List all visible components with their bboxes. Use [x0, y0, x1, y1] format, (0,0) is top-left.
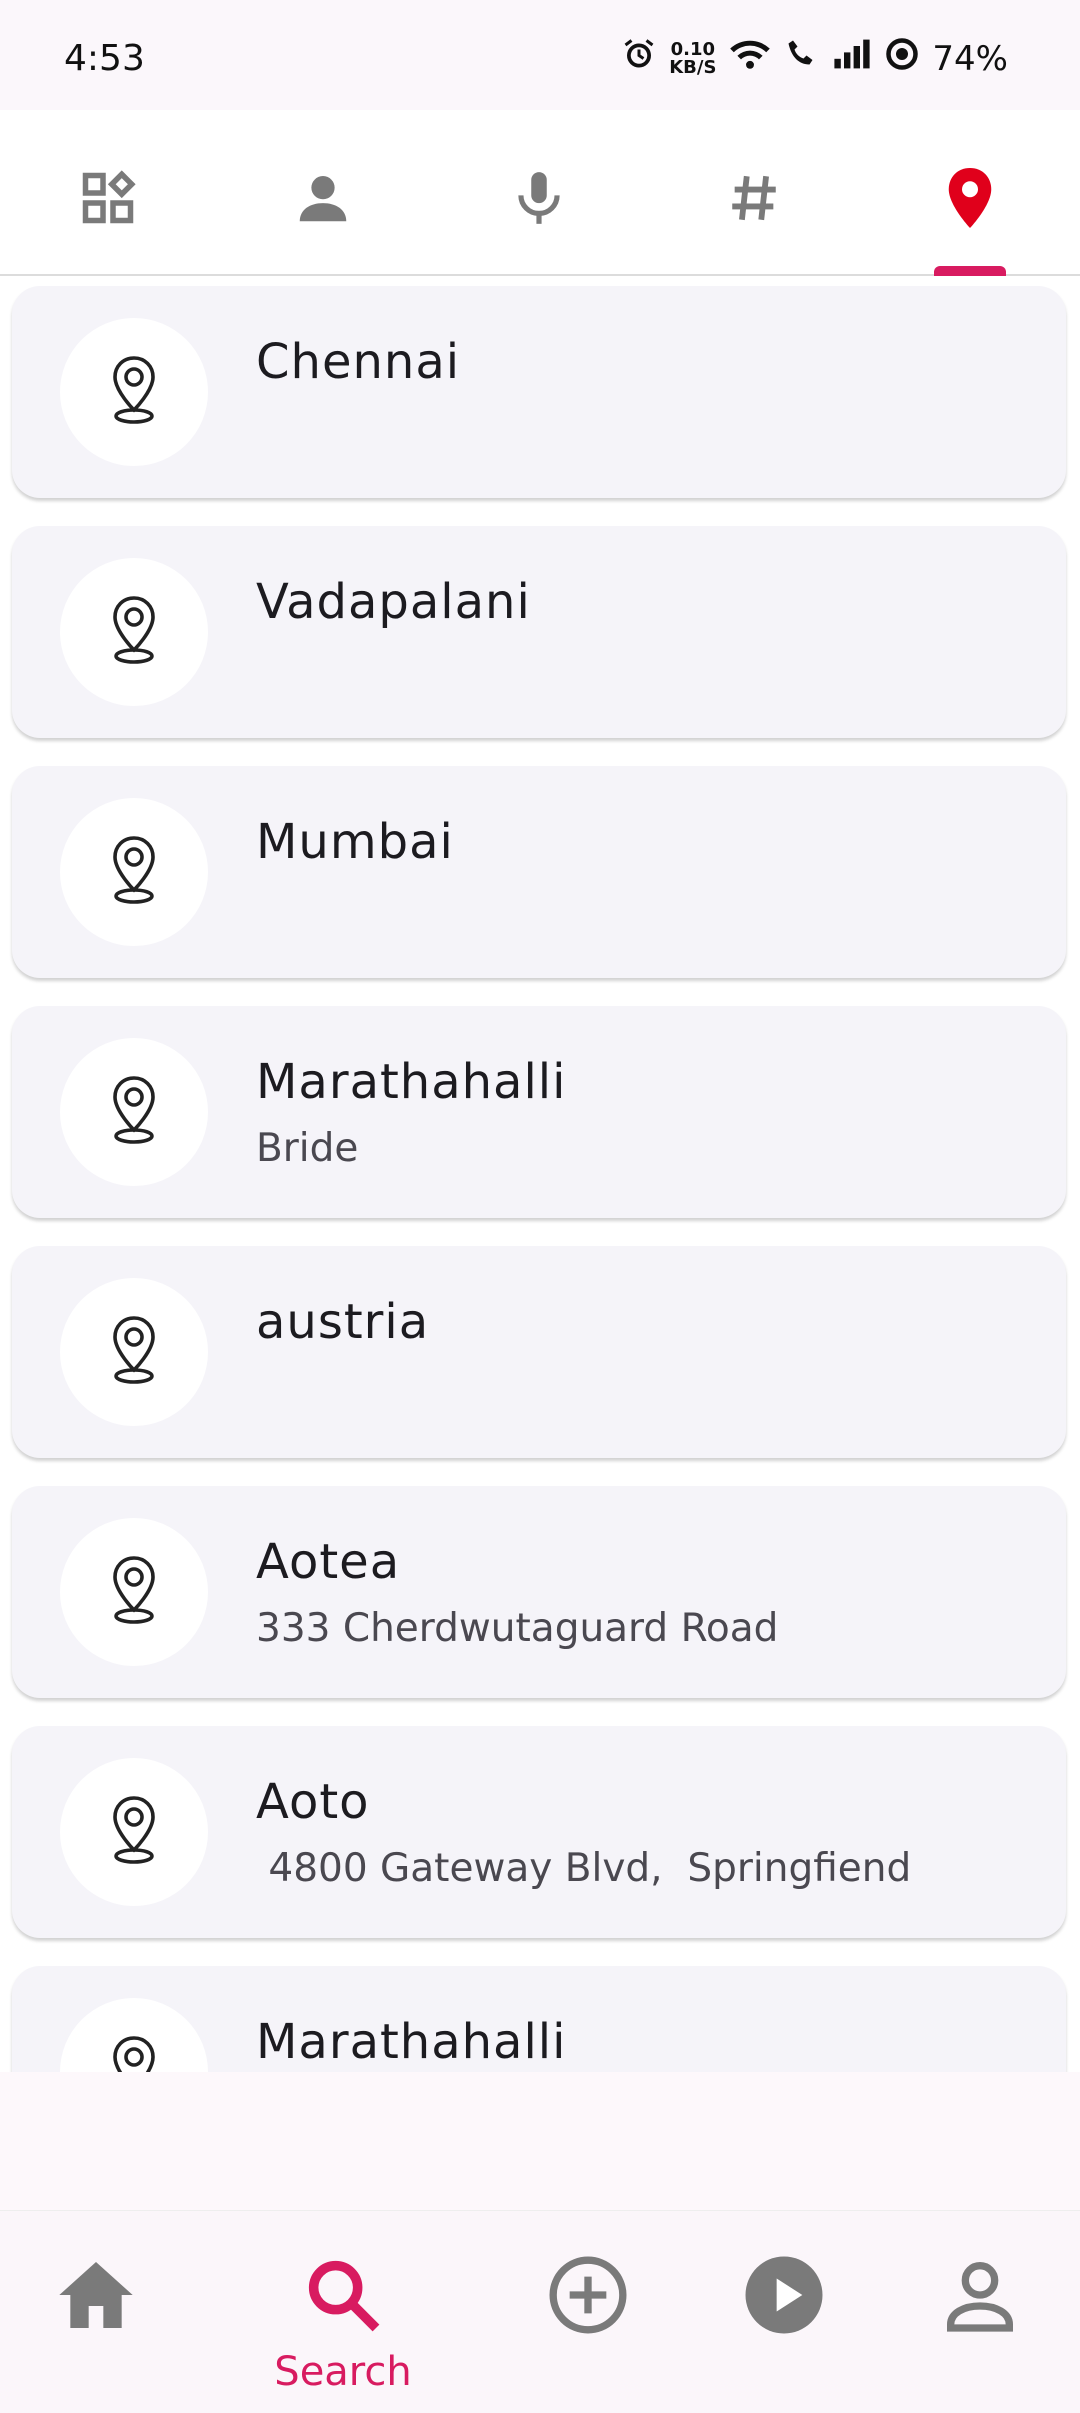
- location-pin-outline-icon: [106, 1074, 162, 1150]
- location-subtitle: 333 Cherdwutaguard Road: [256, 1606, 779, 1651]
- bottom-navigation: Search: [0, 2210, 1080, 2413]
- list-item[interactable]: Aotea 333 Cherdwutaguard Road: [12, 1486, 1066, 1698]
- list-item[interactable]: Chennai: [12, 286, 1066, 498]
- wifi-icon: [728, 36, 772, 81]
- list-item[interactable]: austria: [12, 1246, 1066, 1458]
- status-bar: 4:53 0.10 KB/S 74%: [0, 0, 1080, 110]
- alarm-icon: [621, 36, 657, 81]
- location-subtitle: Bride: [256, 1126, 359, 1171]
- nav-create[interactable]: [528, 2251, 648, 2401]
- list-item[interactable]: Mumbai: [12, 766, 1066, 978]
- nav-play[interactable]: [724, 2251, 844, 2401]
- location-pin-outline-icon: [106, 2034, 162, 2072]
- avatar: [60, 1758, 208, 1906]
- nav-search[interactable]: Search: [274, 2251, 412, 2401]
- location-title: Aoto: [256, 1774, 370, 1830]
- battery-percent: 74%: [932, 38, 1008, 79]
- person-icon: [292, 167, 354, 233]
- location-title: Marathahalli: [256, 1054, 567, 1110]
- avatar: [60, 1998, 208, 2072]
- signal-icon: [832, 38, 872, 79]
- list-item[interactable]: Marathahalli: [12, 1966, 1066, 2072]
- widgets-icon: [78, 168, 138, 232]
- nav-search-label: Search: [274, 2349, 412, 2395]
- avatar: [60, 1518, 208, 1666]
- location-list[interactable]: Chennai Vadapalani Mumbai Marathahalli B…: [0, 276, 1080, 2072]
- play-circle-icon: [740, 2251, 828, 2343]
- location-title: Vadapalani: [256, 574, 531, 630]
- hashtag-icon: [725, 169, 783, 231]
- home-icon: [52, 2251, 140, 2343]
- wifi-calling-icon: [784, 36, 820, 81]
- tab-audio[interactable]: [499, 160, 579, 240]
- filter-tabs: [0, 110, 1080, 276]
- avatar: [60, 1278, 208, 1426]
- tab-hashtags[interactable]: [714, 160, 794, 240]
- location-title: Mumbai: [256, 814, 454, 870]
- location-title: Marathahalli: [256, 2014, 567, 2070]
- avatar: [60, 558, 208, 706]
- status-time: 4:53: [64, 38, 145, 79]
- nav-profile[interactable]: [920, 2251, 1040, 2401]
- tab-places[interactable]: [930, 160, 1010, 240]
- location-pin-outline-icon: [106, 1314, 162, 1390]
- location-pin-outline-icon: [106, 1554, 162, 1630]
- avatar: [60, 798, 208, 946]
- tab-widgets[interactable]: [68, 160, 148, 240]
- list-item[interactable]: Aoto 4800 Gateway Blvd, Springfiend: [12, 1726, 1066, 1938]
- location-title: Aotea: [256, 1534, 401, 1590]
- location-pin-icon: [940, 165, 1000, 235]
- tab-people[interactable]: [283, 160, 363, 240]
- mic-icon: [508, 167, 570, 233]
- location-subtitle: 4800 Gateway Blvd, Springfiend: [256, 1846, 912, 1891]
- status-icons: 0.10 KB/S 74%: [621, 36, 1008, 81]
- list-item[interactable]: Vadapalani: [12, 526, 1066, 738]
- battery-ring-icon: [884, 36, 920, 81]
- network-speed-value: 0.10: [670, 38, 716, 60]
- avatar: [60, 318, 208, 466]
- network-speed-unit: KB/S: [669, 56, 717, 78]
- add-circle-icon: [544, 2251, 632, 2343]
- active-tab-indicator: [934, 266, 1006, 276]
- network-speed: 0.10 KB/S: [669, 38, 717, 78]
- nav-home[interactable]: [36, 2251, 156, 2401]
- location-title: austria: [256, 1294, 430, 1350]
- location-pin-outline-icon: [106, 1794, 162, 1870]
- search-icon: [299, 2251, 387, 2343]
- location-title: Chennai: [256, 334, 461, 390]
- location-pin-outline-icon: [106, 834, 162, 910]
- list-item[interactable]: Marathahalli Bride: [12, 1006, 1066, 1218]
- location-pin-outline-icon: [106, 354, 162, 430]
- location-pin-outline-icon: [106, 594, 162, 670]
- avatar: [60, 1038, 208, 1186]
- profile-icon: [936, 2251, 1024, 2343]
